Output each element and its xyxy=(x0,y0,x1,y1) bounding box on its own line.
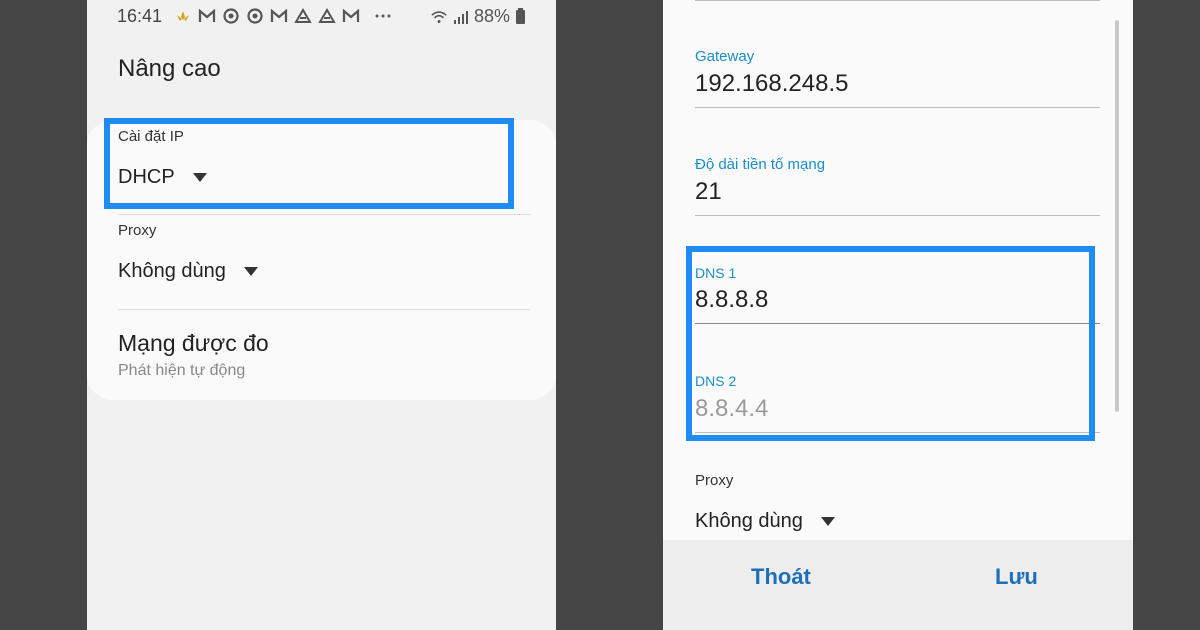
lotus-icon xyxy=(174,7,192,25)
divider xyxy=(118,214,530,215)
wifi-icon xyxy=(430,8,448,26)
right-phone-screen: Gateway 192.168.248.5 Độ dài tiền tố mạn… xyxy=(663,0,1133,630)
save-button[interactable]: Lưu xyxy=(995,564,1038,590)
status-bar: 16:41 88% xyxy=(87,0,556,34)
proxy-label: Proxy xyxy=(695,472,734,489)
field-underline xyxy=(695,0,1100,1)
battery-percent: 88% xyxy=(474,6,511,26)
dropdown-arrow-icon xyxy=(243,267,258,276)
prefix-length-label: Độ dài tiền tố mạng xyxy=(695,156,826,173)
gateway-label: Gateway xyxy=(695,48,755,65)
divider xyxy=(118,309,530,310)
battery-icon xyxy=(516,7,526,24)
drive-icon xyxy=(294,7,312,25)
gateway-input[interactable]: 192.168.248.5 xyxy=(695,70,848,98)
metered-network-label: Mạng được đo xyxy=(118,330,269,356)
system-status: 88% xyxy=(430,6,526,27)
page-title: Nâng cao xyxy=(118,55,221,82)
highlight-box-ip-settings xyxy=(104,118,514,209)
gmail-icon xyxy=(270,7,288,25)
prefix-length-input[interactable]: 21 xyxy=(695,178,722,206)
status-time: 16:41 xyxy=(117,6,163,26)
cancel-button[interactable]: Thoát xyxy=(751,564,811,590)
dropdown-arrow-icon xyxy=(820,517,835,526)
field-underline xyxy=(695,215,1100,216)
chrome-icon xyxy=(222,7,240,25)
proxy-label: Proxy xyxy=(118,222,157,239)
gmail-icon xyxy=(198,7,216,25)
signal-icon xyxy=(452,8,470,26)
gmail-icon xyxy=(342,7,360,25)
metered-network-subtext: Phát hiện tự động xyxy=(118,362,246,379)
proxy-dropdown[interactable]: Không dùng xyxy=(695,510,835,533)
chrome-icon xyxy=(246,7,264,25)
proxy-value: Không dùng xyxy=(695,510,803,532)
field-underline xyxy=(695,107,1100,108)
proxy-dropdown[interactable]: Không dùng xyxy=(118,260,258,283)
more-dots-icon xyxy=(374,7,392,25)
highlight-box-dns xyxy=(686,246,1095,441)
proxy-value: Không dùng xyxy=(118,260,226,282)
dialog-footer: Thoát Lưu xyxy=(663,540,1133,630)
left-phone-screen: 16:41 88% Nâng cao Cài đặt IP DHCP Proxy… xyxy=(87,0,556,630)
notification-icons xyxy=(174,7,392,25)
drive-icon xyxy=(318,7,336,25)
scrollbar[interactable] xyxy=(1115,20,1119,412)
